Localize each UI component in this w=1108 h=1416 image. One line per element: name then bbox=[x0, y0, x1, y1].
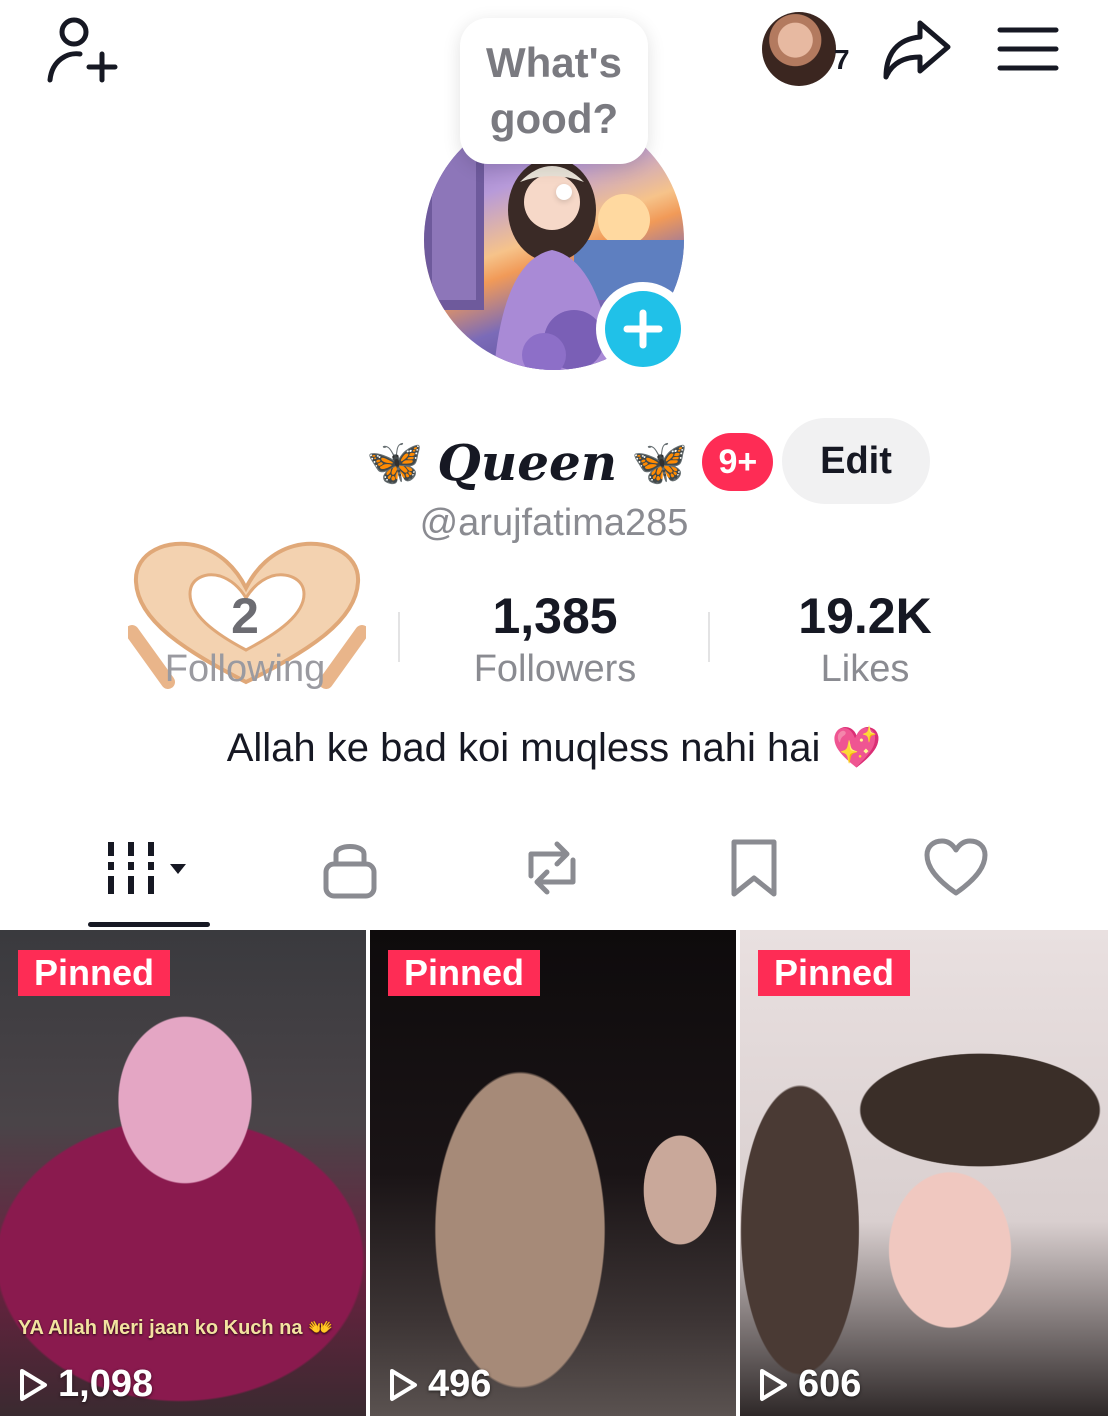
person-plus-icon bbox=[47, 17, 118, 83]
bookmark-icon bbox=[731, 839, 777, 897]
video-caption: YA Allah Meri jaan ko Kuch na 👐 bbox=[18, 1317, 333, 1339]
video-tile[interactable]: Pinned 496 bbox=[370, 930, 736, 1416]
profile-bio: Allah ke bad koi muqless nahi hai 💖 bbox=[226, 726, 882, 770]
repost-icon bbox=[528, 841, 576, 895]
stat-divider bbox=[708, 612, 710, 662]
play-icon bbox=[760, 1368, 787, 1401]
status-text: What's good? bbox=[486, 39, 622, 142]
pinned-badge: Pinned bbox=[388, 950, 541, 996]
view-count: 606 bbox=[758, 1363, 861, 1406]
play-icon bbox=[20, 1368, 47, 1401]
following-stat[interactable]: 2 Following bbox=[140, 586, 350, 692]
pinned-badge: Pinned bbox=[758, 950, 911, 996]
view-count-value: 496 bbox=[428, 1363, 492, 1405]
lock-icon bbox=[323, 844, 377, 899]
profile-name-row: 🦋 Queen 🦋 9+ bbox=[366, 430, 774, 494]
following-count: 2 bbox=[231, 588, 259, 644]
tab-private[interactable] bbox=[290, 830, 410, 906]
likes-label: Likes bbox=[820, 648, 910, 690]
add-story-circle bbox=[605, 291, 681, 367]
followers-count: 1,385 bbox=[492, 588, 618, 644]
view-count: 496 bbox=[388, 1363, 491, 1406]
story-viewer-count: 7 bbox=[834, 44, 850, 75]
stat-divider bbox=[398, 612, 400, 662]
tab-reposts[interactable] bbox=[492, 830, 612, 906]
following-label: Following bbox=[164, 648, 326, 690]
play-icon bbox=[390, 1368, 417, 1401]
video-tile[interactable]: Pinned 606 bbox=[740, 930, 1108, 1416]
bubble-tail bbox=[556, 184, 572, 200]
edit-profile-button[interactable]: Edit bbox=[782, 418, 930, 504]
grid-videos-icon bbox=[108, 842, 186, 894]
followers-label: Followers bbox=[473, 648, 637, 690]
butterfly-icon: 🦋 bbox=[366, 436, 424, 488]
video-tile[interactable]: Pinned YA Allah Meri jaan ko Kuch na 👐 1… bbox=[0, 930, 366, 1416]
butterfly-icon: 🦋 bbox=[631, 436, 689, 488]
add-friend-button[interactable] bbox=[36, 10, 124, 90]
likes-stat[interactable]: 19.2K Likes bbox=[760, 586, 970, 692]
view-count: 1,098 bbox=[18, 1363, 153, 1406]
hamburger-menu-icon bbox=[997, 27, 1059, 71]
menu-button[interactable] bbox=[992, 18, 1064, 80]
view-count-value: 606 bbox=[798, 1363, 862, 1405]
tab-liked[interactable] bbox=[896, 830, 1016, 906]
add-story-button[interactable] bbox=[596, 282, 690, 376]
profile-name: Queen bbox=[437, 432, 618, 492]
heart-icon bbox=[924, 838, 988, 896]
tab-videos[interactable] bbox=[90, 830, 210, 906]
view-count-value: 1,098 bbox=[58, 1363, 154, 1405]
notification-badge[interactable]: 9+ bbox=[702, 433, 774, 491]
active-tab-indicator bbox=[88, 922, 210, 927]
followers-stat[interactable]: 1,385 Followers bbox=[440, 586, 670, 692]
status-bubble[interactable]: What's good? bbox=[460, 18, 648, 164]
tab-favorites[interactable] bbox=[694, 830, 814, 906]
plus-icon bbox=[623, 309, 663, 349]
likes-count: 19.2K bbox=[798, 588, 932, 644]
pinned-badge: Pinned bbox=[18, 950, 171, 996]
story-viewer-avatar[interactable] bbox=[762, 12, 836, 86]
share-button[interactable] bbox=[876, 12, 956, 88]
share-arrow-icon bbox=[883, 20, 951, 80]
